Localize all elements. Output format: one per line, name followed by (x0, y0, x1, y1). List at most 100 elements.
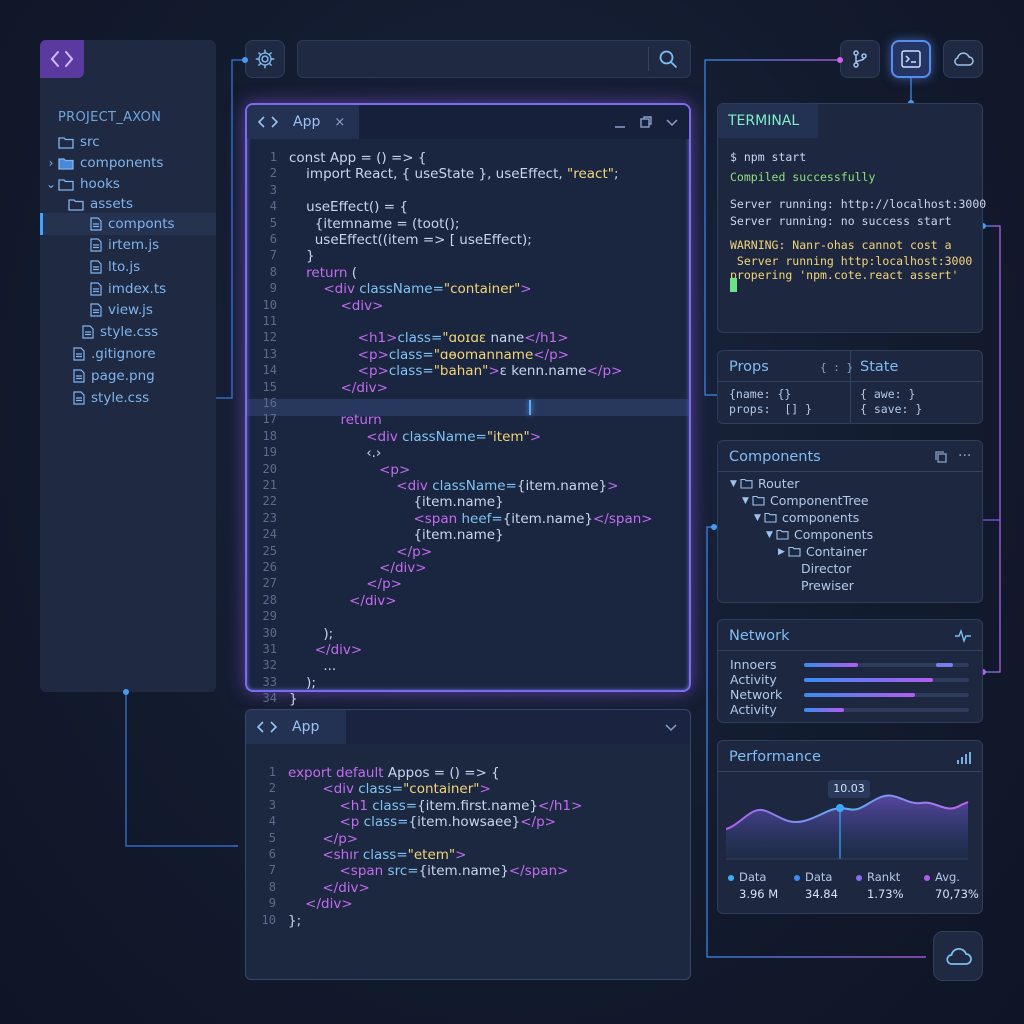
code-token: {item.name} (502, 510, 593, 527)
component-tree-item[interactable]: ▼ components (754, 510, 859, 525)
performance-stat: Avg. 70,73% (924, 870, 979, 901)
caret-right-icon[interactable]: ▶ (778, 547, 788, 557)
code-token: class= (397, 330, 443, 347)
code-line: 10 <div> (247, 297, 384, 314)
line-number: 2 (269, 166, 277, 181)
line-number: 6 (268, 847, 276, 861)
line-number: 31 (262, 642, 277, 656)
line-text: {item.name} (289, 527, 504, 544)
line-number: 29 (262, 609, 277, 624)
code-token: "container" (443, 281, 521, 298)
line-number: 9 (268, 896, 276, 911)
component-tree-label: components (782, 510, 860, 525)
code-token: <div> (289, 297, 384, 314)
code-line: 4 <p class={item.howsaee}</p> (246, 814, 556, 830)
line-text: export default Appos = () => { (288, 765, 500, 781)
stat-value: 34.84 (805, 887, 838, 901)
component-tree-item[interactable]: Director (778, 561, 851, 576)
code-line: 20 <p> (247, 462, 411, 478)
line-number: 9 (269, 281, 277, 296)
code-token: return (289, 412, 382, 429)
tab-app[interactable]: App × (247, 105, 359, 139)
code-token: class= (388, 346, 434, 363)
line-number: 18 (262, 428, 277, 443)
code-token: "item" (486, 428, 530, 445)
tab-app-secondary[interactable]: App (246, 710, 346, 744)
code-token: > (520, 281, 532, 298)
component-tree-item[interactable]: ▼ Router (730, 476, 799, 491)
code-token: </span> (508, 863, 569, 880)
more-icon[interactable]: ··· (958, 448, 971, 464)
code-token: "ɑɵomanname (433, 346, 534, 363)
caret-down-icon[interactable]: ▼ (766, 530, 776, 540)
line-number: 25 (262, 543, 277, 558)
code-line: 8 return ( (247, 265, 357, 281)
code-token: className= (432, 478, 517, 494)
divider (718, 771, 982, 772)
code-line: 32 ... (247, 658, 337, 674)
component-tree-item[interactable]: Prewiser (778, 578, 854, 593)
component-tree-item[interactable]: ▼ Components (766, 527, 873, 542)
component-tree-item[interactable]: ▶ Container (778, 544, 867, 559)
network-bar-fill (804, 708, 844, 712)
line-number: 3 (269, 182, 277, 197)
stat-label: Avg. (935, 870, 960, 884)
terminal-line: Server running: no success start (730, 214, 952, 228)
terminal-line: Compiled successfully (730, 170, 876, 184)
line-text: </p> (288, 831, 358, 847)
cursor-point[interactable] (836, 804, 844, 812)
code-token: "etem" (407, 847, 456, 863)
code-token: "container" (403, 781, 480, 798)
line-number: 22 (262, 494, 277, 509)
code-token: class= (358, 781, 404, 798)
code-line: 9 <div className="container"> (247, 281, 532, 297)
props-line: props: [] } (729, 402, 813, 416)
caret-down-icon[interactable]: ▼ (754, 513, 764, 523)
code-token: useEffect() = { (289, 199, 408, 216)
code-token: Appos = () => { (387, 765, 500, 781)
line-number: 6 (269, 232, 277, 246)
line-text: ); (289, 626, 333, 642)
code-token: </span> (592, 510, 653, 527)
terminal-cursor (730, 278, 737, 292)
line-text: {item.name} (289, 494, 503, 510)
line-text: import React, { useState }, useEffect, "… (289, 166, 618, 182)
code-line: 16 (247, 396, 289, 412)
code-token: </h1> (524, 330, 569, 347)
copy-button[interactable] (934, 450, 948, 464)
caret-down-icon[interactable]: ▼ (742, 496, 752, 506)
component-tree-item[interactable]: ▼ ComponentTree (742, 493, 869, 508)
line-text: <div className="item"> (289, 429, 541, 445)
network-bar-track (804, 678, 969, 682)
restore-button[interactable] (639, 115, 653, 129)
code-token: </p> (289, 543, 433, 560)
line-text: <shır class="etem"> (288, 847, 466, 863)
code-line: 33 ); (247, 675, 316, 691)
legend-dot (728, 874, 734, 881)
line-text: <span src={item.name}</span> (288, 863, 568, 879)
code-token: ɛ kenn.name (499, 363, 587, 380)
legend-dot (924, 874, 930, 881)
props-state-panel: Props { : } State {name: {} props: [] } … (717, 350, 983, 424)
code-brackets-icon (257, 116, 279, 128)
code-token: {item.name} (418, 863, 509, 880)
terminal-tab[interactable]: TERMINAL (718, 104, 818, 138)
code-line: 18 <div className="item"> (247, 428, 542, 445)
code-line: 7 <span src={item.name}</span> (246, 863, 569, 879)
network-row-label: Activity (730, 702, 777, 717)
caret-down-icon[interactable]: ▼ (730, 479, 740, 489)
cloud-sync-button[interactable] (933, 931, 983, 981)
line-text: <p class={item.howsaee}</p> (288, 814, 556, 830)
stat-value: 3.96 M (739, 887, 779, 901)
code-token: > (529, 428, 542, 445)
close-icon[interactable]: × (334, 115, 345, 130)
collapse-button[interactable] (665, 115, 679, 129)
network-bar-fill (804, 693, 915, 697)
secondary-code-editor: App 1 export default Appos = () => {2 <di… (245, 709, 691, 980)
code-token: <h1> (289, 330, 398, 347)
minimize-button[interactable] (613, 115, 627, 129)
code-token: {item.name} (289, 527, 504, 544)
line-text: <p> (289, 462, 410, 478)
tab-label: App (293, 114, 321, 130)
collapse-button[interactable] (664, 720, 678, 734)
